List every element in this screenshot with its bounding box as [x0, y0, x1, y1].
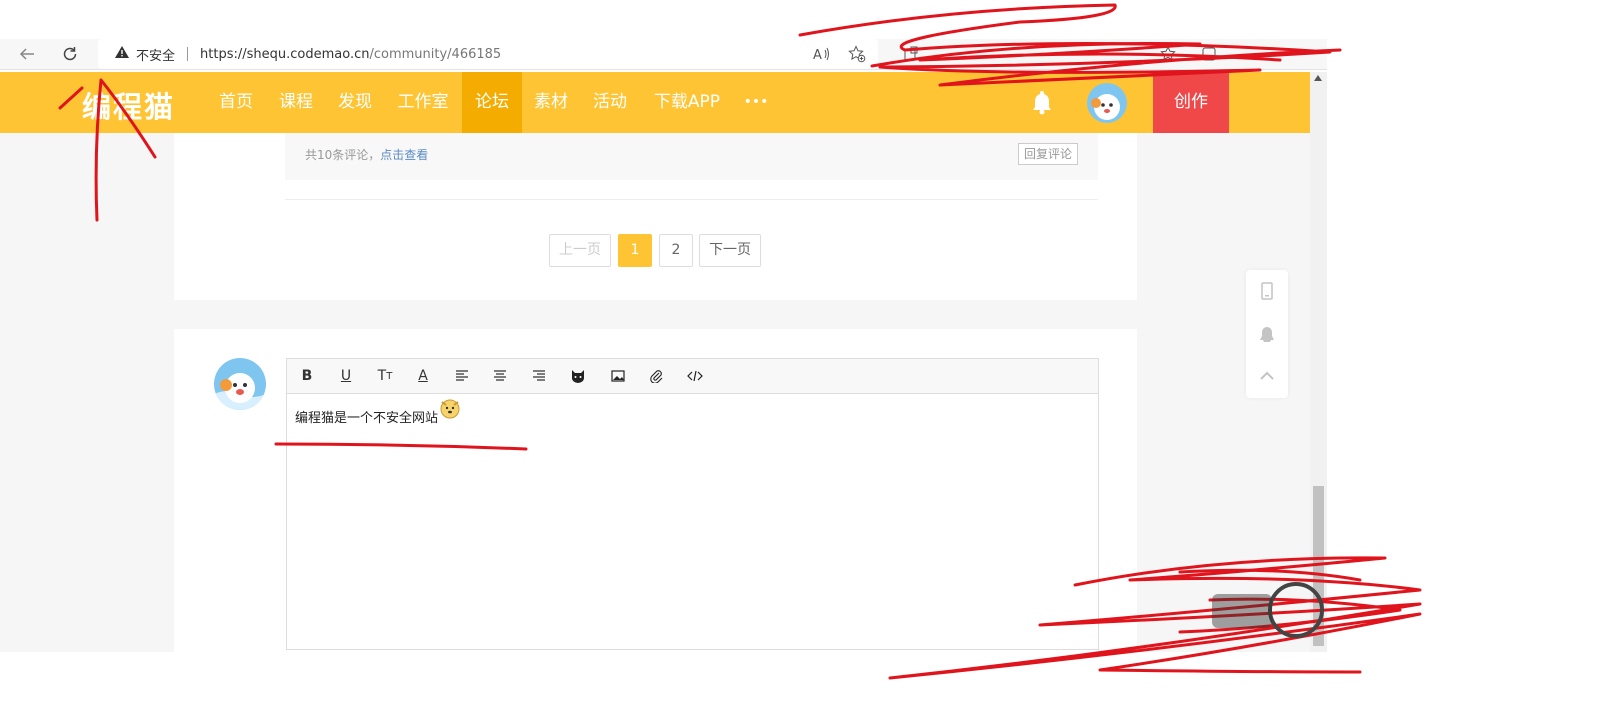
- security-label[interactable]: 不安全: [136, 45, 175, 64]
- editor-text[interactable]: 编程猫是一个不安全网站: [295, 407, 438, 426]
- extension-icon[interactable]: [900, 43, 922, 65]
- comment-count-text: 共10条评论，: [305, 148, 381, 162]
- address-bar: 不安全 https://shequ.codemao.cn/community/4…: [0, 39, 1327, 70]
- view-comments-link[interactable]: 点击查看: [380, 148, 428, 162]
- page-scrollbar[interactable]: [1310, 72, 1327, 652]
- notification-bell-icon[interactable]: [1030, 89, 1054, 115]
- align-right-icon[interactable]: [528, 365, 550, 387]
- nav-home[interactable]: 首页: [211, 72, 261, 133]
- editor-toolbar: B U TT A: [287, 359, 1098, 394]
- floating-side-panel: [1246, 270, 1288, 398]
- collections-icon[interactable]: [1198, 43, 1220, 65]
- underline-icon[interactable]: U: [335, 365, 357, 387]
- user-avatar[interactable]: [1087, 83, 1127, 123]
- dog-emoji-icon: [439, 398, 461, 424]
- post-card: 共10条评论，点击查看 回复评论 上一页 1 2 下一页: [174, 133, 1137, 300]
- code-icon[interactable]: [684, 365, 706, 387]
- site-header: 编程猫 首页 课程 发现 工作室 论坛 素材 活动 下载APP ••• 创作: [0, 72, 1310, 133]
- scroll-up-arrow-icon[interactable]: [1314, 75, 1322, 81]
- divider: [285, 199, 1098, 200]
- nav-materials[interactable]: 素材: [526, 72, 576, 133]
- reply-editor: B U TT A 编程猫是一个不安全网站: [286, 358, 1099, 650]
- page-1-button[interactable]: 1: [618, 234, 652, 267]
- page-2-button[interactable]: 2: [659, 234, 693, 267]
- back-arrow-icon[interactable]: [12, 39, 42, 69]
- mobile-icon[interactable]: [1257, 281, 1277, 301]
- align-center-icon[interactable]: [489, 365, 511, 387]
- commenter-avatar: [214, 358, 266, 410]
- site-logo[interactable]: 编程猫: [82, 84, 175, 126]
- align-left-icon[interactable]: [451, 365, 473, 387]
- read-aloud-icon[interactable]: A: [811, 43, 833, 65]
- reply-card: B U TT A 编程猫是一个不安全网站: [174, 329, 1137, 652]
- url-divider: [187, 47, 189, 61]
- comment-summary: 共10条评论，点击查看 回复评论: [285, 133, 1098, 180]
- attachment-icon[interactable]: [645, 365, 667, 387]
- scrollbar-thumb[interactable]: [1313, 486, 1324, 646]
- create-button[interactable]: 创作: [1153, 72, 1229, 133]
- warning-icon[interactable]: [114, 45, 130, 63]
- font-size-icon[interactable]: TT: [374, 365, 396, 387]
- prev-page-button[interactable]: 上一页: [549, 234, 611, 267]
- nav-forum[interactable]: 论坛: [462, 72, 522, 133]
- nav-courses[interactable]: 课程: [271, 72, 321, 133]
- url-field[interactable]: 不安全 https://shequ.codemao.cn/community/4…: [98, 39, 878, 69]
- browser-chrome: 不安全 https://shequ.codemao.cn/community/4…: [0, 0, 1327, 72]
- nav-discover[interactable]: 发现: [330, 72, 380, 133]
- nav-download-app[interactable]: 下载APP: [645, 72, 729, 133]
- svg-text:A: A: [813, 48, 822, 62]
- reply-comment-button[interactable]: 回复评论: [1017, 143, 1078, 165]
- url-path[interactable]: /community/466185: [369, 47, 501, 62]
- nav-activities[interactable]: 活动: [585, 72, 635, 133]
- comment-count: 共10条评论，点击查看: [305, 146, 428, 163]
- image-icon[interactable]: [607, 365, 629, 387]
- bold-icon[interactable]: B: [296, 365, 318, 387]
- nav-studio[interactable]: 工作室: [390, 72, 456, 133]
- screenshot-area: 不安全 https://shequ.codemao.cn/community/4…: [0, 0, 1327, 652]
- url-host[interactable]: https://shequ.codemao.cn: [200, 47, 369, 62]
- back-to-top-icon[interactable]: [1257, 366, 1277, 386]
- next-page-button[interactable]: 下一页: [699, 234, 761, 267]
- editor-content[interactable]: 编程猫是一个不安全网站: [295, 399, 461, 426]
- font-color-icon[interactable]: A: [412, 365, 434, 387]
- qq-icon[interactable]: [1257, 325, 1277, 345]
- nav-more[interactable]: •••: [736, 72, 776, 133]
- refresh-icon[interactable]: [55, 39, 85, 69]
- favorites-icon[interactable]: [1157, 43, 1179, 65]
- cat-emoji-icon[interactable]: [567, 365, 589, 387]
- favorite-add-icon[interactable]: [846, 43, 868, 65]
